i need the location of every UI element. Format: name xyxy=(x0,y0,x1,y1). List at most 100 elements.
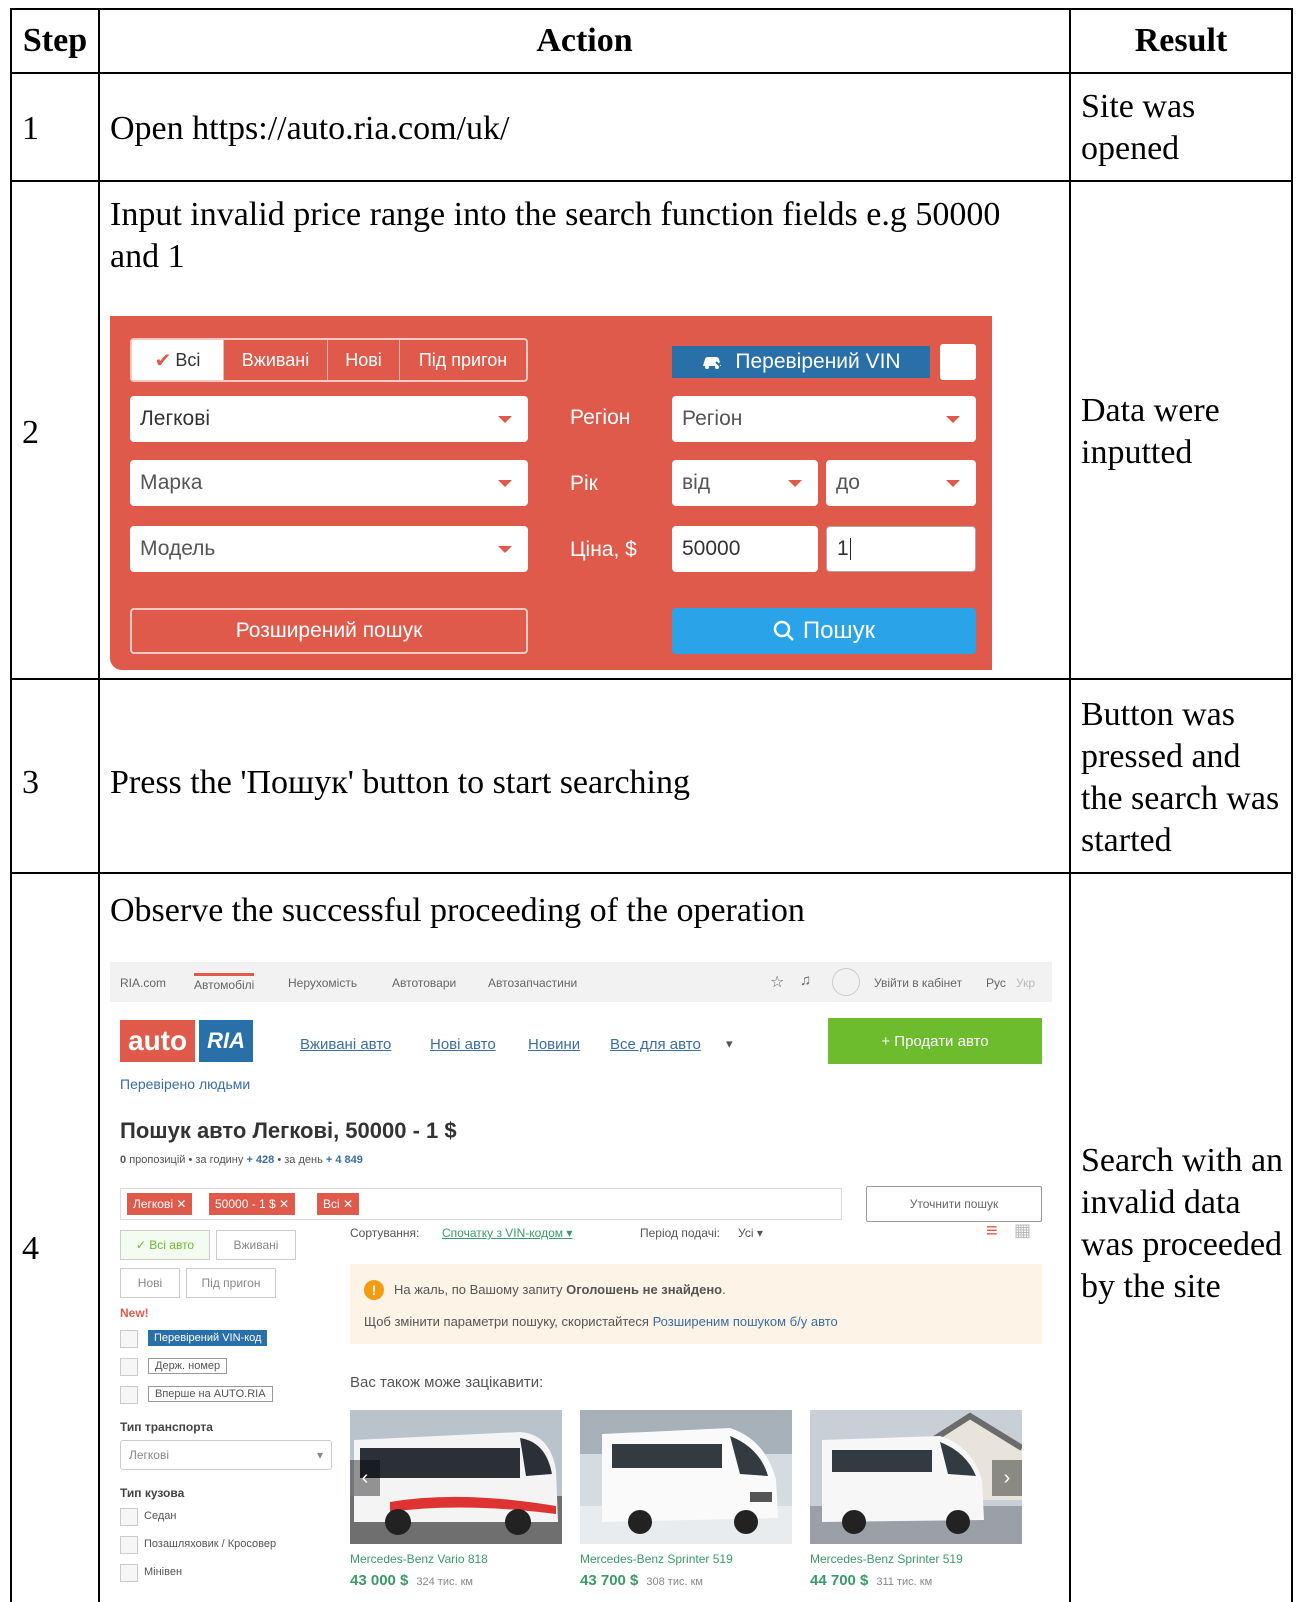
list-view-icon[interactable]: ≡ xyxy=(986,1220,998,1243)
checkbox[interactable] xyxy=(120,1386,138,1404)
car-photo[interactable] xyxy=(810,1410,1022,1544)
no-results-alert: ! На жаль, по Вашому запиту Оголошень не… xyxy=(350,1264,1042,1344)
filter-tab-new[interactable]: Нові xyxy=(120,1268,180,1298)
action-text: Observe the successful proceeding of the… xyxy=(110,892,805,929)
search-icon xyxy=(773,620,794,641)
nav-new-cars[interactable]: Нові авто xyxy=(430,1036,496,1053)
column-divider xyxy=(98,8,100,1602)
header-result: Result xyxy=(1134,22,1228,59)
vin-filter-label: Перевірений VIN-код xyxy=(148,1330,268,1346)
grid-view-icon[interactable]: ▦ xyxy=(1014,1220,1031,1241)
chevron-down-icon xyxy=(498,546,512,553)
car-check-icon xyxy=(703,357,726,369)
search-form-screenshot: ✔ Всі Вживані Нові Під пригон Перевірений… xyxy=(110,316,992,670)
tab-new[interactable]: Нові xyxy=(328,340,400,380)
topnav-item[interactable]: Автомобілі xyxy=(194,973,255,992)
transport-type-label: Тип транспорта xyxy=(120,1420,213,1434)
check-icon: ✔ xyxy=(154,349,172,372)
step-number: 1 xyxy=(22,110,39,147)
header-action: Action xyxy=(536,22,633,59)
advanced-search-button[interactable]: Розширений пошук xyxy=(130,608,528,654)
topnav-item[interactable]: RIA.com xyxy=(120,976,166,990)
transport-type-select[interactable]: Легкові ▾ xyxy=(120,1440,332,1470)
chevron-down-icon: ▾ xyxy=(726,1036,733,1051)
car-photo[interactable] xyxy=(580,1410,792,1544)
year-from-select[interactable]: від xyxy=(672,460,818,506)
card-title[interactable]: Mercedes-Benz Sprinter 519 xyxy=(810,1552,963,1566)
sort-label: Сортування: xyxy=(350,1226,420,1240)
refine-search-button[interactable]: Уточнити пошук xyxy=(866,1186,1042,1222)
text-cursor xyxy=(849,538,851,560)
result-text: Site was opened xyxy=(1081,88,1196,167)
body-option: Позашляховик / Кросовер xyxy=(144,1538,277,1550)
chevron-down-icon xyxy=(498,480,512,487)
chevron-down-icon xyxy=(788,480,802,487)
sell-car-button[interactable]: + Продати авто xyxy=(828,1018,1042,1064)
row-divider xyxy=(10,872,1293,874)
period-label: Період подачі: xyxy=(640,1226,720,1240)
brand-select[interactable]: Марка xyxy=(130,460,528,506)
car-photo[interactable] xyxy=(350,1410,562,1544)
filter-chip[interactable]: Легкові ✕ xyxy=(127,1193,193,1215)
region-select[interactable]: Регіон xyxy=(672,396,976,442)
lang-ru[interactable]: Рус xyxy=(986,976,1006,990)
filter-tab-import[interactable]: Під пригон xyxy=(186,1268,276,1298)
nav-used-cars[interactable]: Вживані авто xyxy=(300,1036,391,1053)
tab-import[interactable]: Під пригон xyxy=(400,340,526,380)
result-text: Button was pressed and the search was st… xyxy=(1081,696,1280,859)
card-title[interactable]: Mercedes-Benz Sprinter 519 xyxy=(580,1552,733,1566)
checkbox[interactable] xyxy=(120,1536,138,1554)
filter-chip[interactable]: Всі ✕ xyxy=(317,1193,360,1215)
row-divider xyxy=(10,180,1293,182)
slogan: Перевірено людьми xyxy=(120,1076,251,1092)
lang-uk[interactable]: Укр xyxy=(1016,976,1035,990)
filter-chips: Легкові ✕ 50000 - 1 $ ✕ Всі ✕ xyxy=(120,1188,842,1220)
auto-ria-logo[interactable]: auto RIA xyxy=(120,1020,253,1062)
new-badge: New! xyxy=(120,1306,149,1320)
nav-all-for-car[interactable]: Все для авто xyxy=(610,1036,701,1053)
tab-used[interactable]: Вживані xyxy=(224,340,328,380)
price-from-input[interactable]: 50000 xyxy=(672,526,818,572)
checkbox[interactable] xyxy=(120,1508,138,1526)
card-price: 44 700 $311 тис. км xyxy=(810,1572,933,1589)
advanced-search-link[interactable]: Розширеним пошуком б/у авто xyxy=(653,1314,838,1329)
chevron-down-icon xyxy=(946,416,960,423)
checkbox[interactable] xyxy=(120,1564,138,1582)
sort-select[interactable]: Спочатку з VIN-кодом ▾ xyxy=(442,1226,572,1240)
step-number: 2 xyxy=(22,414,39,451)
vin-checkbox[interactable] xyxy=(940,344,976,380)
chevron-left-icon[interactable]: ‹ xyxy=(350,1460,380,1496)
filter-tab-used[interactable]: Вживані xyxy=(216,1230,296,1260)
checkbox[interactable] xyxy=(120,1330,138,1348)
plate-filter-label: Держ. номер xyxy=(148,1358,228,1374)
card-title[interactable]: Mercedes-Benz Vario 818 xyxy=(350,1552,488,1566)
search-button[interactable]: Пошук xyxy=(672,608,976,654)
column-divider xyxy=(1069,8,1071,1602)
action-text: Open https://auto.ria.com/uk/ xyxy=(110,110,510,147)
warning-icon: ! xyxy=(364,1280,384,1300)
filter-chip[interactable]: 50000 - 1 $ ✕ xyxy=(209,1193,296,1215)
star-icon[interactable]: ☆ xyxy=(770,972,784,992)
login-link[interactable]: Увійти в кабінет xyxy=(874,976,962,990)
topnav-item[interactable]: Автотовари xyxy=(392,976,456,990)
tab-all[interactable]: ✔ Всі xyxy=(132,340,224,380)
topnav-item[interactable]: Автозапчастини xyxy=(488,976,577,990)
card-price: 43 700 $308 тис. км xyxy=(580,1572,703,1589)
vehicle-type-select[interactable]: Легкові xyxy=(130,396,528,442)
checkbox[interactable] xyxy=(120,1358,138,1376)
action-text: Press the 'Пошук' button to start search… xyxy=(110,764,690,801)
filter-tab-all[interactable]: ✓ Всі авто xyxy=(120,1230,210,1260)
verified-vin-button[interactable]: Перевірений VIN xyxy=(672,346,930,378)
avatar[interactable] xyxy=(832,968,860,996)
bell-icon[interactable]: ♫ xyxy=(800,972,811,989)
period-select[interactable]: Усі ▾ xyxy=(738,1226,763,1240)
price-to-input[interactable]: 1 xyxy=(826,526,976,572)
model-select[interactable]: Модель xyxy=(130,526,528,572)
price-label: Ціна, $ xyxy=(570,538,637,561)
body-option: Седан xyxy=(144,1510,177,1522)
topnav-item[interactable]: Нерухомість xyxy=(288,976,357,990)
chevron-right-icon[interactable]: › xyxy=(992,1460,1022,1496)
step-number: 3 xyxy=(22,764,39,801)
nav-news[interactable]: Новини xyxy=(528,1036,580,1053)
year-to-select[interactable]: до xyxy=(826,460,976,506)
